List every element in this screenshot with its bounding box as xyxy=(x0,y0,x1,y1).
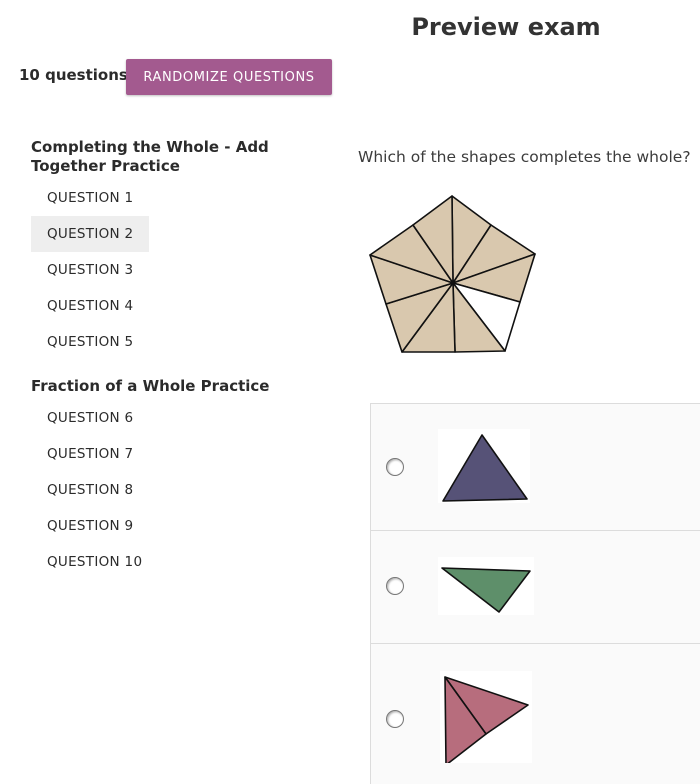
question-item-9[interactable]: QUESTION 9 xyxy=(31,508,149,544)
green-triangle-icon xyxy=(438,557,534,615)
radio-button[interactable] xyxy=(386,458,404,476)
question-sidebar: Completing the Whole - Add Together Prac… xyxy=(31,138,341,570)
question-count: 10 questions xyxy=(19,66,128,84)
question-item-6[interactable]: QUESTION 6 xyxy=(31,400,149,436)
section-heading: Completing the Whole - Add Together Prac… xyxy=(31,138,269,175)
radio-button[interactable] xyxy=(386,577,404,595)
pentagon-icon xyxy=(369,195,536,353)
answer-options xyxy=(370,403,700,784)
question-list: QUESTION 1 QUESTION 2 QUESTION 3 QUESTIO… xyxy=(31,180,149,360)
question-item-2[interactable]: QUESTION 2 xyxy=(31,216,149,252)
question-item-4[interactable]: QUESTION 4 xyxy=(31,288,149,324)
question-list: QUESTION 6 QUESTION 7 QUESTION 8 QUESTIO… xyxy=(31,400,149,580)
question-item-10[interactable]: QUESTION 10 xyxy=(31,544,149,580)
question-item-7[interactable]: QUESTION 7 xyxy=(31,436,149,472)
radio-button[interactable] xyxy=(386,710,404,728)
question-item-1[interactable]: QUESTION 1 xyxy=(31,180,149,216)
purple-triangle-icon xyxy=(438,429,530,503)
question-item-5[interactable]: QUESTION 5 xyxy=(31,324,149,360)
section-heading: Fraction of a Whole Practice xyxy=(31,377,270,395)
question-item-3[interactable]: QUESTION 3 xyxy=(31,252,149,288)
question-item-8[interactable]: QUESTION 8 xyxy=(31,472,149,508)
question-prompt: Which of the shapes completes the whole? xyxy=(358,148,691,166)
randomize-questions-button[interactable]: RANDOMIZE QUESTIONS xyxy=(126,59,332,95)
answer-option-3[interactable] xyxy=(371,644,700,784)
pentagon-figure xyxy=(366,192,538,360)
pink-double-triangle-icon xyxy=(440,671,532,766)
page-title: Preview exam xyxy=(411,13,601,41)
answer-option-1[interactable] xyxy=(371,404,700,531)
answer-option-2[interactable] xyxy=(371,531,700,644)
